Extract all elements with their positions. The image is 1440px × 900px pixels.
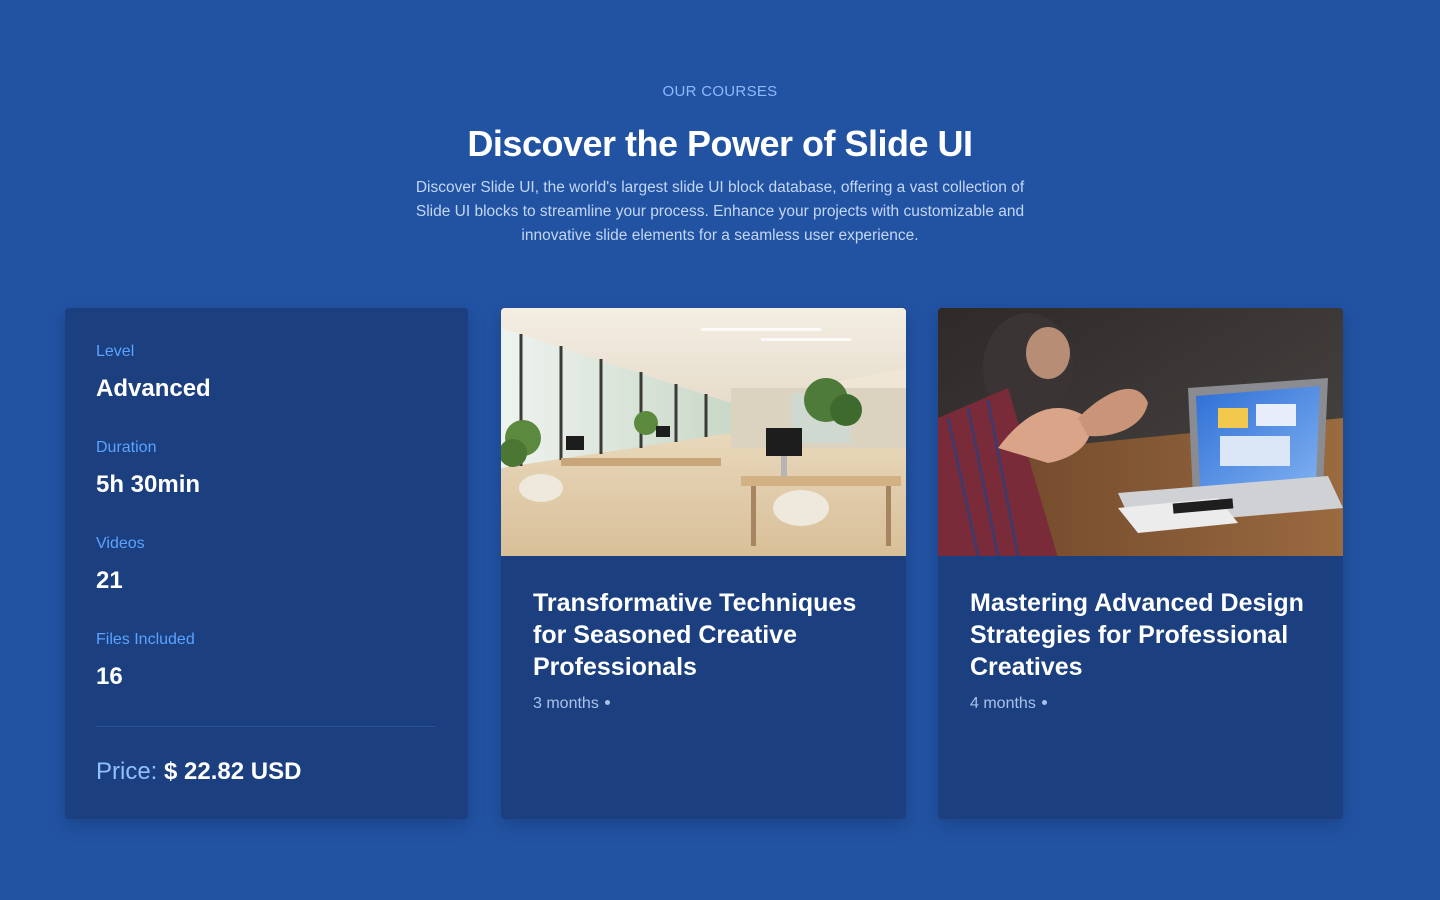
price-label: Price: — [96, 758, 158, 785]
stat-videos: Videos 21 — [96, 534, 437, 630]
course-duration: 3 months — [533, 695, 599, 712]
course-info-card: Level Advanced Duration 5h 30min Videos … — [65, 308, 468, 819]
stat-value: 16 — [96, 663, 123, 690]
courses-page: OUR COURSES Discover the Power of Slide … — [0, 0, 1440, 900]
stat-value: 5h 30min — [96, 471, 201, 498]
stat-duration: Duration 5h 30min — [96, 438, 437, 534]
course-body: Mastering Advanced Design Strategies for… — [938, 556, 1343, 715]
laptop-meeting-image — [938, 308, 1343, 556]
stat-label: Duration — [96, 439, 157, 456]
section-title: Discover the Power of Slide UI — [467, 123, 973, 164]
bullet-dot-icon — [1041, 700, 1047, 706]
stat-label: Files Included — [96, 631, 195, 648]
course-duration: 4 months — [970, 695, 1036, 712]
course-body: Transformative Techniques for Seasoned C… — [501, 556, 906, 715]
course-meta: 3 months — [533, 693, 874, 715]
course-card[interactable]: Transformative Techniques for Seasoned C… — [501, 308, 906, 819]
course-title[interactable]: Transformative Techniques for Seasoned C… — [533, 587, 874, 683]
section-eyebrow: OUR COURSES — [662, 83, 778, 100]
stat-files: Files Included 16 — [96, 630, 437, 726]
course-title[interactable]: Mastering Advanced Design Strategies for… — [970, 587, 1311, 683]
course-card[interactable]: Mastering Advanced Design Strategies for… — [938, 308, 1343, 819]
stat-label: Videos — [96, 535, 145, 552]
divider — [96, 726, 436, 727]
section-description: Discover Slide UI, the world's largest s… — [415, 179, 1025, 244]
bullet-dot-icon — [604, 700, 610, 706]
price-value: $ 22.82 USD — [164, 758, 302, 785]
stat-value: 21 — [96, 567, 123, 594]
office-interior-image — [501, 308, 906, 556]
course-meta: 4 months — [970, 693, 1311, 715]
price: Price: $ 22.82 USD — [96, 756, 301, 788]
section-header: OUR COURSES Discover the Power of Slide … — [0, 82, 1440, 248]
stat-level: Level Advanced — [96, 342, 437, 438]
stat-value: Advanced — [96, 375, 211, 402]
stat-label: Level — [96, 343, 135, 360]
